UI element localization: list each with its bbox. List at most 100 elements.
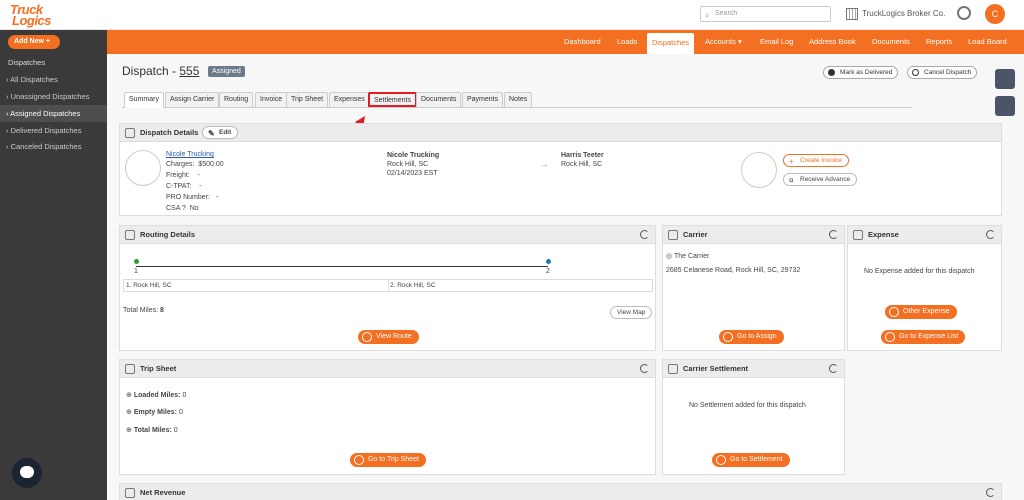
pickup-date: 02/14/2023 EST <box>387 170 438 177</box>
building-icon <box>846 8 858 20</box>
tab-assign-carrier[interactable]: Assign Carrier <box>165 92 220 107</box>
edit-label: Edit <box>219 129 232 136</box>
tab-expenses[interactable]: Expenses <box>329 92 370 107</box>
refresh-icon[interactable] <box>986 488 995 497</box>
tab-payments[interactable]: Payments <box>462 92 504 107</box>
mark-delivered-button[interactable]: Mark as Delivered <box>823 66 899 79</box>
trip-total-miles-row: ⊕ Total Miles: 0 <box>126 427 178 434</box>
tab-notes[interactable]: Notes <box>504 92 533 107</box>
go-to-settlement-button[interactable]: Go to Settlement <box>712 453 790 467</box>
tab-settlements[interactable]: Settlements <box>368 92 417 107</box>
tab-routing[interactable]: Routing <box>219 92 254 107</box>
top-bar: Truck Logics ⌕ Search TruckLogics Broker… <box>0 0 1024 30</box>
pin-end-icon <box>546 259 551 264</box>
go-to-expense-list-label: Go to Expense List <box>899 333 959 340</box>
dispatch-tabs: Summary Assign Carrier Routing Invoice T… <box>122 92 912 108</box>
truck-logics-logo[interactable]: Truck Logics <box>8 2 68 28</box>
tab-documents[interactable]: Documents <box>416 92 462 107</box>
settlement-header: Carrier Settlement <box>663 360 844 378</box>
drop-name: Harris Teeter <box>561 152 604 159</box>
nav-loads[interactable]: Loads <box>617 30 637 54</box>
expense-empty: No Expense added for this dispatch <box>864 268 975 275</box>
search-icon: ⌕ <box>705 11 710 20</box>
stops-table <box>123 279 653 292</box>
company-switcher[interactable]: TruckLogics Broker Co. <box>846 8 945 20</box>
sidebar-item-canceled[interactable]: › Canceled Dispatches <box>0 138 107 155</box>
stops-divider <box>388 280 389 291</box>
view-map-button[interactable]: View Map <box>610 306 653 319</box>
sidebar-item-delivered[interactable]: › Delivered Dispatches <box>0 122 107 139</box>
refresh-icon[interactable] <box>640 230 649 239</box>
carrier-name: The Carrier <box>673 253 710 260</box>
route-line <box>136 266 548 267</box>
truck-icon <box>668 230 678 240</box>
trip-total-miles-label: Total Miles: <box>133 427 172 434</box>
nav-documents[interactable]: Documents <box>872 30 910 54</box>
nav-dashboard[interactable]: Dashboard <box>564 30 601 54</box>
sidebar-item-assigned[interactable]: › Assigned Dispatches <box>0 105 107 122</box>
chat-widget-icon[interactable] <box>12 458 42 488</box>
user-avatar[interactable]: C <box>985 4 1005 24</box>
go-to-assign-button[interactable]: Go to Assign <box>719 330 784 344</box>
carrier-name-row: ◎ The Carrier <box>666 253 710 260</box>
tab-summary[interactable]: Summary <box>124 92 164 108</box>
sidebar-item-all-dispatches[interactable]: › All Dispatches <box>0 71 107 88</box>
tab-trip-sheet[interactable]: Trip Sheet <box>286 92 329 107</box>
dispatch-number-link[interactable]: 555 <box>179 64 199 78</box>
refresh-icon[interactable] <box>986 230 995 239</box>
sidebar-section-title: Dispatches <box>8 58 46 67</box>
empty-miles-label: Empty Miles: <box>133 409 177 416</box>
net-revenue-header: Net Revenue <box>120 484 1001 500</box>
charges-row: Charges: $500.00 <box>166 161 224 168</box>
go-to-expense-list-button[interactable]: Go to Expense List <box>881 330 966 344</box>
trip-sheet-title: Trip Sheet <box>140 364 177 373</box>
nav-email-log[interactable]: Email Log <box>760 30 793 54</box>
carrier-title: Carrier <box>683 230 708 239</box>
arrow-circle-icon <box>723 332 733 342</box>
nav-reports[interactable]: Reports <box>926 30 952 54</box>
notes-side-icon[interactable] <box>995 96 1015 116</box>
csa-row: CSA ? No <box>166 205 199 212</box>
search-input[interactable]: ⌕ Search <box>700 6 831 22</box>
nav-accounts[interactable]: Accounts ▾ <box>705 30 742 54</box>
plus-circle-icon <box>889 307 899 317</box>
total-miles-label: Total Miles: <box>123 307 159 314</box>
ctpat-label: C-TPAT: <box>166 183 192 190</box>
drop-city: Rock Hill, SC <box>561 161 603 168</box>
refresh-icon[interactable] <box>829 364 838 373</box>
customer-avatar-icon <box>125 150 161 186</box>
chevron-down-icon: ▾ <box>737 37 742 46</box>
loaded-miles-label: Loaded Miles: <box>133 392 181 399</box>
csa-value: No <box>189 205 199 212</box>
sidebar-item-unassigned[interactable]: › Unassigned Dispatches <box>0 88 107 105</box>
charges-value: $500.00 <box>198 161 224 168</box>
nav-address-book[interactable]: Address Book <box>809 30 856 54</box>
receive-advance-button[interactable]: ¤ Receive Advance <box>783 173 858 186</box>
refresh-icon[interactable] <box>829 230 838 239</box>
settings-side-icon[interactable] <box>995 69 1015 89</box>
go-to-trip-sheet-label: Go to Trip Sheet <box>368 456 419 463</box>
tab-invoice[interactable]: Invoice <box>255 92 288 107</box>
add-new-button[interactable]: Add New + <box>8 35 60 49</box>
settings-gear-icon[interactable] <box>957 6 971 20</box>
nav-load-board[interactable]: Load Board <box>968 30 1007 54</box>
expense-header: Expense <box>848 226 1001 244</box>
nav-dispatches[interactable]: Dispatches <box>647 33 695 54</box>
trip-total-miles-value: 0 <box>173 427 178 434</box>
briefcase-icon <box>125 128 135 138</box>
edit-button[interactable]: ✎ Edit <box>202 126 239 139</box>
dispatch-details-header: Dispatch Details ✎ Edit <box>120 124 1001 142</box>
cancel-dispatch-button[interactable]: Cancel Dispatch <box>907 66 978 79</box>
route-icon <box>125 230 135 240</box>
refresh-icon[interactable] <box>640 364 649 373</box>
charges-label: Charges: <box>166 161 195 168</box>
total-miles-row: Total Miles: 8 <box>123 307 164 314</box>
view-route-button[interactable]: View Route <box>358 330 419 344</box>
customer-link[interactable]: Nicole Trucking <box>166 151 214 158</box>
routing-header: Routing Details <box>120 226 655 244</box>
go-to-trip-sheet-button[interactable]: Go to Trip Sheet <box>350 453 426 467</box>
arrow-circle-icon <box>362 332 372 342</box>
other-expense-button[interactable]: Other Expense <box>885 305 957 319</box>
carrier-panel: Carrier ◎ The Carrier 2685 Celanese Road… <box>662 225 845 351</box>
create-invoice-button[interactable]: + Create Invoice <box>783 154 849 167</box>
